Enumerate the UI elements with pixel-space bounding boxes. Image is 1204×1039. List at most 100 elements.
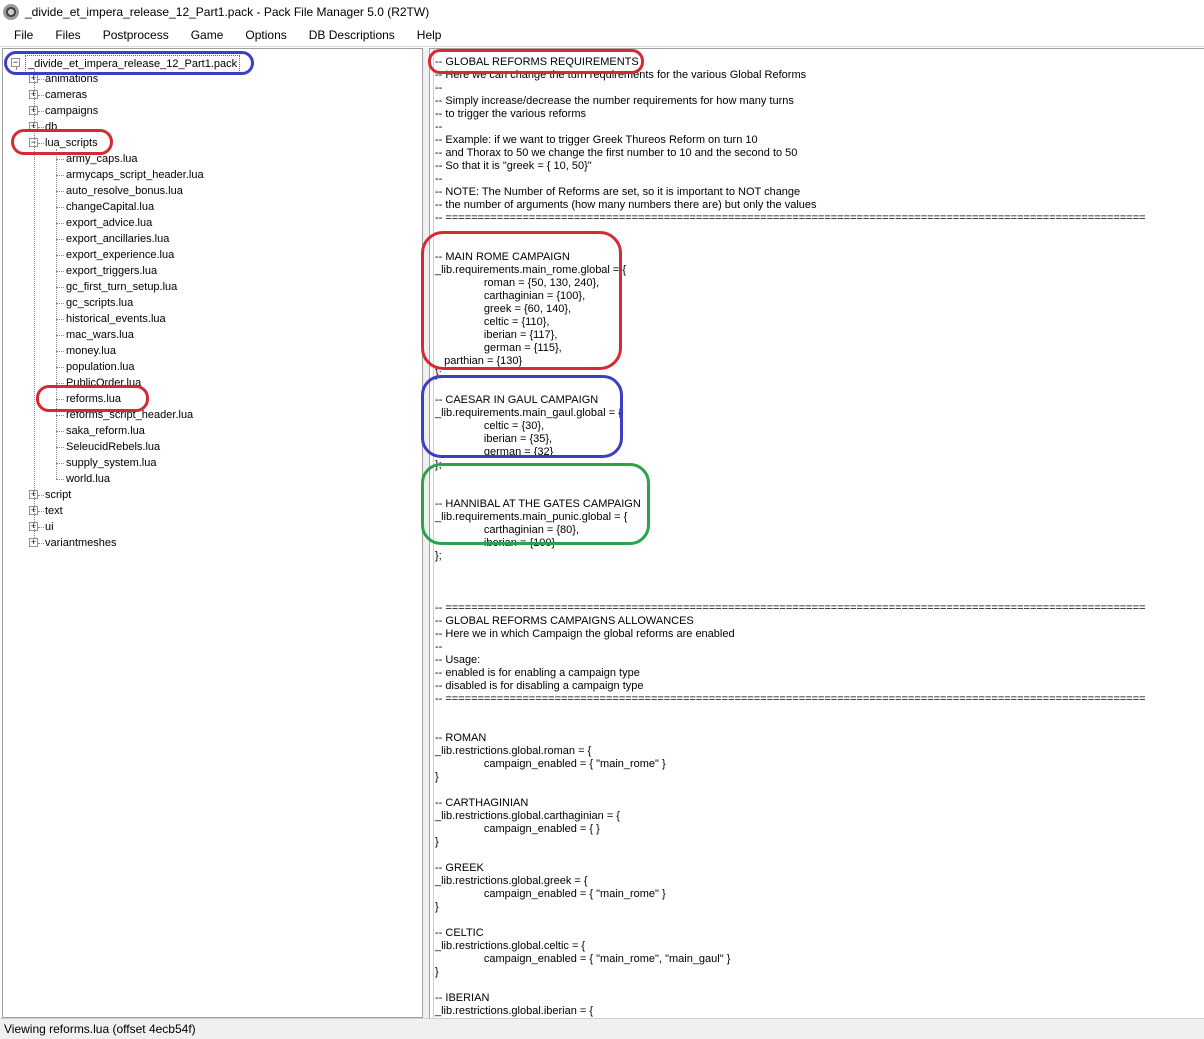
- code-line[interactable]: -- Example: if we want to trigger Greek …: [435, 134, 1146, 147]
- tree-file-item[interactable]: money.lua: [66, 343, 116, 359]
- tree-folder-ui[interactable]: ui: [45, 519, 54, 535]
- code-line[interactable]: [435, 485, 1146, 498]
- code-line[interactable]: -- CAESAR IN GAUL CAMPAIGN: [435, 394, 1146, 407]
- code-line[interactable]: carthaginian = {100},: [435, 290, 1146, 303]
- menu-help[interactable]: Help: [417, 28, 442, 42]
- code-line[interactable]: --: [435, 173, 1146, 186]
- tree-file-item[interactable]: mac_wars.lua: [66, 327, 134, 343]
- code-line[interactable]: campaign_enabled = { "main_rome" }: [435, 888, 1146, 901]
- code-line[interactable]: -- to trigger the various reforms: [435, 108, 1146, 121]
- code-line[interactable]: -- Usage:: [435, 654, 1146, 667]
- code-line[interactable]: }: [435, 966, 1146, 979]
- code-line[interactable]: _lib.restrictions.global.roman = {: [435, 745, 1146, 758]
- code-line[interactable]: };: [435, 368, 1146, 381]
- code-line[interactable]: parthian = {130}: [435, 355, 1146, 368]
- root-collapse-icon[interactable]: −: [11, 58, 20, 67]
- code-line[interactable]: [435, 849, 1146, 862]
- code-line[interactable]: -- ROMAN: [435, 732, 1146, 745]
- code-line[interactable]: -- =====================================…: [435, 602, 1146, 615]
- tree-folder-lua-scripts[interactable]: lua_scripts: [45, 135, 98, 151]
- menu-files[interactable]: Files: [55, 28, 80, 42]
- code-line[interactable]: -- GLOBAL REFORMS CAMPAIGNS ALLOWANCES: [435, 615, 1146, 628]
- code-line[interactable]: [435, 472, 1146, 485]
- code-line[interactable]: celtic = {30},: [435, 420, 1146, 433]
- code-line[interactable]: [435, 238, 1146, 251]
- code-line[interactable]: german = {115},: [435, 342, 1146, 355]
- tree-folder-text[interactable]: text: [45, 503, 63, 519]
- tree-file-item[interactable]: auto_resolve_bonus.lua: [66, 183, 183, 199]
- tree-file-item[interactable]: army_caps.lua: [66, 151, 138, 167]
- code-line[interactable]: celtic = {110},: [435, 316, 1146, 329]
- tree-file-item[interactable]: population.lua: [66, 359, 135, 375]
- code-line[interactable]: [435, 589, 1146, 602]
- tree-file-item[interactable]: gc_scripts.lua: [66, 295, 133, 311]
- code-line[interactable]: _lib.requirements.main_punic.global = {: [435, 511, 1146, 524]
- code-line[interactable]: -- the number of arguments (how many num…: [435, 199, 1146, 212]
- code-line[interactable]: -- HANNIBAL AT THE GATES CAMPAIGN: [435, 498, 1146, 511]
- code-line[interactable]: _lib.requirements.main_rome.global = {: [435, 264, 1146, 277]
- code-line[interactable]: [435, 576, 1146, 589]
- tree-file-item[interactable]: reforms_script_header.lua: [66, 407, 193, 423]
- tree-file-item[interactable]: world.lua: [66, 471, 110, 487]
- app-gear-icon[interactable]: [3, 4, 19, 20]
- code-line[interactable]: [435, 914, 1146, 927]
- menu-options[interactable]: Options: [245, 28, 286, 42]
- tree-file-item[interactable]: export_triggers.lua: [66, 263, 157, 279]
- code-editor[interactable]: -- GLOBAL REFORMS REQUIREMENTS -- Here we…: [429, 48, 1204, 1018]
- code-line[interactable]: _lib.restrictions.global.celtic = {: [435, 940, 1146, 953]
- tree-folder-campaigns[interactable]: campaigns: [45, 103, 98, 119]
- tree-file-item[interactable]: changeCapital.lua: [66, 199, 154, 215]
- code-line[interactable]: _lib.restrictions.global.carthaginian = …: [435, 810, 1146, 823]
- tree-file-item[interactable]: export_experience.lua: [66, 247, 174, 263]
- tree-file-item[interactable]: export_advice.lua: [66, 215, 152, 231]
- code-line[interactable]: carthaginian = {80},: [435, 524, 1146, 537]
- tree-file-item[interactable]: supply_system.lua: [66, 455, 157, 471]
- code-line[interactable]: -- enabled is for enabling a campaign ty…: [435, 667, 1146, 680]
- code-line[interactable]: -- CARTHAGINIAN: [435, 797, 1146, 810]
- code-line[interactable]: };: [435, 550, 1146, 563]
- tree-file-item[interactable]: PublicOrder.lua: [66, 375, 141, 391]
- code-line[interactable]: [435, 706, 1146, 719]
- code-line[interactable]: -- CELTIC: [435, 927, 1146, 940]
- tree-folder-script[interactable]: script: [45, 487, 71, 503]
- code-line[interactable]: [435, 719, 1146, 732]
- tree-file-item[interactable]: SeleucidRebels.lua: [66, 439, 160, 455]
- code-line[interactable]: -- IBERIAN: [435, 992, 1146, 1005]
- tree-folder-cameras[interactable]: cameras: [45, 87, 87, 103]
- code-line[interactable]: -- GREEK: [435, 862, 1146, 875]
- code-line[interactable]: -- =====================================…: [435, 212, 1146, 225]
- menu-game[interactable]: Game: [191, 28, 224, 42]
- tree-folder-db[interactable]: db: [45, 119, 57, 135]
- code-line[interactable]: _lib.restrictions.global.iberian = {: [435, 1005, 1146, 1018]
- tree-file-item[interactable]: armycaps_script_header.lua: [66, 167, 204, 183]
- code-line[interactable]: }: [435, 901, 1146, 914]
- code-line[interactable]: iberian = {100}: [435, 537, 1146, 550]
- code-line[interactable]: -- Here we in which Campaign the global …: [435, 628, 1146, 641]
- code-line[interactable]: iberian = {35},: [435, 433, 1146, 446]
- code-line[interactable]: [435, 563, 1146, 576]
- code-line[interactable]: };: [435, 459, 1146, 472]
- code-line[interactable]: _lib.restrictions.global.greek = {: [435, 875, 1146, 888]
- code-line[interactable]: campaign_enabled = { "main_rome" }: [435, 758, 1146, 771]
- code-line[interactable]: -- GLOBAL REFORMS REQUIREMENTS: [435, 56, 1146, 69]
- code-line[interactable]: -- and Thorax to 50 we change the first …: [435, 147, 1146, 160]
- code-line[interactable]: [435, 784, 1146, 797]
- code-line[interactable]: iberian = {117},: [435, 329, 1146, 342]
- tree-file-item[interactable]: reforms.lua: [66, 391, 121, 407]
- code-line[interactable]: }: [435, 836, 1146, 849]
- pack-tree-view[interactable]: − _divide_et_impera_release_12_Part1.pack…: [2, 48, 423, 1018]
- code-line[interactable]: --: [435, 121, 1146, 134]
- code-line[interactable]: -- =====================================…: [435, 693, 1146, 706]
- menu-db-descriptions[interactable]: DB Descriptions: [309, 28, 395, 42]
- tree-file-item[interactable]: historical_events.lua: [66, 311, 166, 327]
- code-line[interactable]: -- NOTE: The Number of Reforms are set, …: [435, 186, 1146, 199]
- code-line[interactable]: _lib.requirements.main_gaul.global = {: [435, 407, 1146, 420]
- code-line[interactable]: --: [435, 641, 1146, 654]
- folder-expand-icon[interactable]: +: [29, 538, 38, 547]
- code-line[interactable]: campaign_enabled = { }: [435, 823, 1146, 836]
- code-line[interactable]: [435, 381, 1146, 394]
- code-line[interactable]: greek = {60, 140},: [435, 303, 1146, 316]
- code-line[interactable]: [435, 979, 1146, 992]
- menu-file[interactable]: File: [14, 28, 33, 42]
- tree-file-item[interactable]: gc_first_turn_setup.lua: [66, 279, 177, 295]
